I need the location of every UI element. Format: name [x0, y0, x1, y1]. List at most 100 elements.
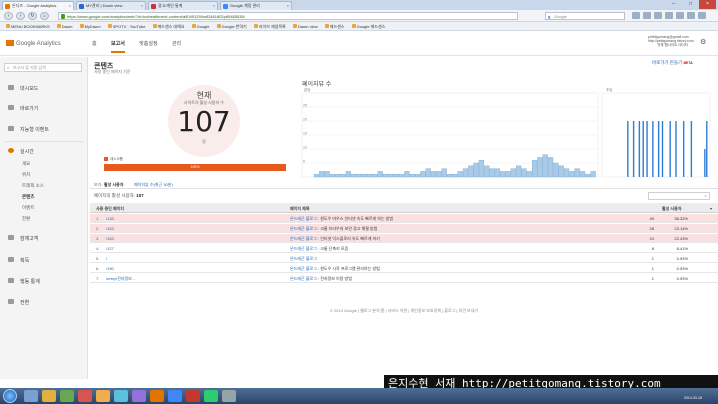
firefox-app-icon[interactable] — [150, 390, 164, 402]
app-icon[interactable] — [78, 390, 92, 402]
browser-tab-stats[interactable]: 광고/개인 통계 × — [148, 1, 218, 10]
media-app-icon[interactable] — [60, 390, 74, 402]
bookmark-item[interactable]: SPOTV - YouTube — [107, 22, 146, 30]
nav-home[interactable]: 홈 — [92, 40, 97, 47]
browser-tab-google[interactable]: Google 계정 관리 × — [220, 1, 292, 10]
ga-logo[interactable]: Google Analytics — [6, 40, 61, 47]
row-page-title[interactable]: 온드래곤 블로그 : 크롬 단축키 모음 — [290, 246, 530, 252]
row-page-title[interactable]: 온드래곤 블로그 — [290, 256, 530, 262]
row-page-path[interactable]: / — [106, 256, 246, 261]
sidebar-search-input[interactable]: ⌕ 보고서 및 지원 검색 — [4, 63, 82, 72]
browser-tab-daum-view[interactable]: MY관리 | Daum view × — [76, 1, 146, 10]
bookmark-item[interactable]: 애드센스 대해요 — [152, 22, 185, 30]
row-page-title[interactable]: 온드래곤 블로그 : 크롬 브라우저 보안 경고 해결 방법 — [290, 226, 530, 232]
account-selector[interactable]: petit4gomang@gmail.com http://petitgoman… — [648, 35, 694, 47]
col-title[interactable]: 페이지 제목 — [290, 206, 310, 212]
bookmark-item[interactable]: 라이브 재생목록 — [253, 22, 286, 30]
sidebar-item-dashboard[interactable]: 대시보드 — [8, 85, 38, 92]
extension-icon[interactable] — [676, 12, 684, 19]
gear-icon[interactable]: ⚙ — [700, 38, 706, 46]
home-icon[interactable]: ⌂ — [40, 12, 49, 20]
url-bar[interactable]: https://www.google.com/analytics/web/?hl… — [58, 12, 518, 20]
bookmark-item[interactable]: 애드센스 — [324, 22, 345, 30]
row-page-path[interactable]: /163 — [106, 236, 246, 241]
row-page-path[interactable]: /190 — [106, 266, 246, 271]
sidebar-sub-traffic-sources[interactable]: 트래픽 소스 — [22, 183, 44, 189]
extension-icon[interactable] — [665, 12, 673, 19]
table-search-input[interactable]: ⌕ — [648, 192, 710, 200]
nav-reporting[interactable]: 보고서 — [111, 40, 125, 53]
close-tab-icon[interactable]: × — [141, 3, 143, 8]
col-active-users[interactable]: 활성 사용자 — [662, 206, 682, 212]
col-page[interactable]: 사용 중인 페이지 — [96, 206, 124, 212]
sidebar-item-behavior[interactable]: 행동 통계 — [8, 278, 40, 285]
app-icon[interactable] — [222, 390, 236, 402]
sidebar-item-intelligence[interactable]: 지능형 이벤트 — [8, 126, 49, 133]
browser-tab-analytics[interactable]: 온디즈 - Google Analytics × — [2, 1, 74, 10]
row-page-path[interactable]: /153 — [106, 226, 246, 231]
table-row[interactable]: 3. /163 온드래곤 블로그 : 인터넷 익스플로러 속도 빠르게 하기 24 22… — [90, 234, 718, 243]
table-row[interactable]: 6. /190 온드래곤 블로그 : 윈도우 시작 프로그램 관리하는 방법 1 0.9… — [90, 264, 718, 273]
sidebar-sub-content[interactable]: 콘텐츠 — [22, 194, 34, 200]
bookmark-item[interactable]: Daum — [56, 22, 72, 30]
bookmark-item[interactable]: MENU BOOKMARKS — [6, 22, 50, 30]
sort-arrow-icon[interactable]: ▾ — [710, 206, 712, 211]
chrome-app-icon[interactable] — [168, 390, 182, 402]
table-row[interactable]: 7. /entry/전자정보... 온드래곤 블로그 : 전자정보 이용 방법 1 0.… — [90, 274, 718, 283]
row-page-title[interactable]: 온드래곤 블로그 : 전자정보 이용 방법 — [290, 276, 530, 282]
windows-start-icon[interactable] — [3, 389, 17, 403]
explorer-folder-icon[interactable] — [42, 390, 56, 402]
app-icon[interactable] — [96, 390, 110, 402]
close-tab-icon[interactable]: × — [69, 3, 71, 8]
close-window-icon[interactable]: × — [699, 0, 716, 9]
table-row[interactable]: 4. /127 온드래곤 블로그 : 크롬 단축키 모음 8 8.41% — [90, 244, 718, 253]
bookmark-item[interactable]: MyDaum — [79, 22, 101, 30]
maximize-window-icon[interactable]: □ — [682, 0, 699, 9]
table-row[interactable]: 2. /153 온드래곤 블로그 : 크롬 브라우저 보안 경고 해결 방법 28 23… — [90, 224, 718, 233]
row-page-title[interactable]: 온드래곤 블로그 : 윈도우 마우스 인터넷 속도 빠르게 하는 방법 — [290, 216, 530, 222]
sidebar-sub-events[interactable]: 이벤트 — [22, 205, 34, 211]
row-title-site: 온드래곤 블로그 — [290, 266, 317, 271]
close-tab-icon[interactable]: × — [213, 3, 215, 8]
forward-arrow-icon[interactable]: › — [16, 12, 25, 20]
sidebar-item-shortcuts[interactable]: 바로가기 — [8, 105, 38, 112]
app-icon[interactable] — [132, 390, 146, 402]
minimize-window-icon[interactable]: – — [665, 0, 682, 9]
extension-icon[interactable] — [643, 12, 651, 19]
extension-icon[interactable] — [698, 12, 706, 19]
sidebar-sub-locations[interactable]: 위치 — [22, 172, 30, 178]
tab-active-users[interactable]: 활성 사용자 — [104, 182, 124, 188]
bookmark-item[interactable]: Daum view — [292, 22, 318, 30]
sidebar-item-realtime[interactable]: 실시간 — [8, 148, 34, 155]
sidebar-sub-overview[interactable]: 개요 — [22, 161, 30, 167]
reload-icon[interactable]: ↻ — [28, 12, 37, 20]
nav-customization[interactable]: 맞춤설정 — [139, 40, 157, 47]
extension-icon[interactable] — [687, 12, 695, 19]
close-tab-icon[interactable]: × — [287, 3, 289, 8]
sidebar-item-conversions[interactable]: 전환 — [8, 299, 29, 306]
bookmark-item[interactable]: Google — [191, 22, 210, 30]
extension-icon[interactable] — [654, 12, 662, 19]
row-page-title[interactable]: 온드래곤 블로그 : 인터넷 익스플로러 속도 빠르게 하기 — [290, 236, 530, 242]
sidebar-item-audience[interactable]: 잠재고객 — [8, 235, 38, 242]
row-page-title[interactable]: 온드래곤 블로그 : 윈도우 시작 프로그램 관리하는 방법 — [290, 266, 530, 272]
table-row[interactable]: 5. / 온드래곤 블로그 1 0.93% — [90, 254, 718, 263]
back-arrow-icon[interactable]: ‹ — [4, 12, 13, 20]
sidebar-sub-conversions[interactable]: 전환 — [22, 216, 30, 222]
taskbar-clock[interactable]: 2014-03-18 — [684, 396, 702, 400]
app-icon[interactable] — [186, 390, 200, 402]
bookmark-item[interactable]: Google 번역기 — [216, 22, 247, 30]
sidebar-item-acquisition[interactable]: 획득 — [8, 257, 29, 264]
row-page-path[interactable]: /133 — [106, 216, 246, 221]
bookmark-item[interactable]: Google 애드센스 — [351, 22, 385, 30]
row-page-path[interactable]: /127 — [106, 246, 246, 251]
row-page-path[interactable]: /entry/전자정보... — [106, 276, 246, 282]
table-row[interactable]: 1. /133 온드래곤 블로그 : 윈도우 마우스 인터넷 속도 빠르게 하는 방… — [90, 214, 718, 223]
nav-admin[interactable]: 관리 — [172, 40, 181, 47]
app-icon[interactable] — [114, 390, 128, 402]
app-icon[interactable] — [204, 390, 218, 402]
tab-pageviews[interactable]: 페이지뷰 수(최근 30분) — [134, 182, 173, 188]
browser-search-input[interactable]: g Google — [545, 12, 625, 20]
ie-app-icon[interactable] — [24, 390, 38, 402]
extension-icon[interactable] — [632, 12, 640, 19]
